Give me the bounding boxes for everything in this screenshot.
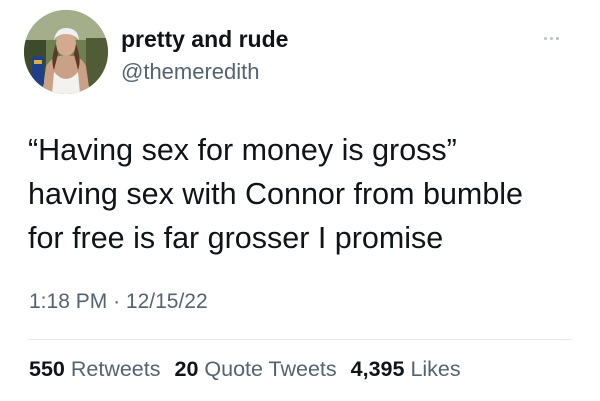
more-options-icon[interactable] xyxy=(536,28,566,48)
tweet-line: “Having sex for money is gross” xyxy=(28,133,457,167)
more-dot xyxy=(549,36,553,40)
likes-count: 4,395 xyxy=(350,357,405,381)
tweet-time: 1:18 PM xyxy=(29,290,108,313)
user-handle[interactable]: @themeredith xyxy=(121,59,260,85)
more-dot xyxy=(555,36,559,40)
likes-label: Likes xyxy=(410,357,461,381)
more-dot xyxy=(543,36,547,40)
retweets-stat[interactable]: 550 Retweets xyxy=(29,357,160,382)
retweets-count: 550 xyxy=(29,357,65,381)
divider xyxy=(28,339,572,340)
timestamp-separator: · xyxy=(113,290,121,313)
retweets-label: Retweets xyxy=(70,357,161,381)
tweet-timestamp[interactable]: 1:18 PM · 12/15/22 xyxy=(29,290,208,314)
quote-tweets-label: Quote Tweets xyxy=(204,357,337,381)
likes-stat[interactable]: 4,395 Likes xyxy=(351,357,461,382)
tweet-text: “Having sex for money is gross” having s… xyxy=(28,128,588,260)
display-name[interactable]: pretty and rude xyxy=(121,26,288,53)
profile-photo xyxy=(24,10,108,94)
tweet-stats: 550 Retweets 20 Quote Tweets 4,395 Likes xyxy=(29,357,461,382)
tweet-line: having sex with Connor from bumble xyxy=(28,177,524,211)
avatar[interactable] xyxy=(24,10,108,94)
tweet-date: 12/15/22 xyxy=(125,290,208,313)
quote-tweets-stat[interactable]: 20 Quote Tweets xyxy=(174,357,336,382)
tweet-line: for free is far grosser I promise xyxy=(28,221,444,255)
quote-tweets-count: 20 xyxy=(174,357,199,381)
